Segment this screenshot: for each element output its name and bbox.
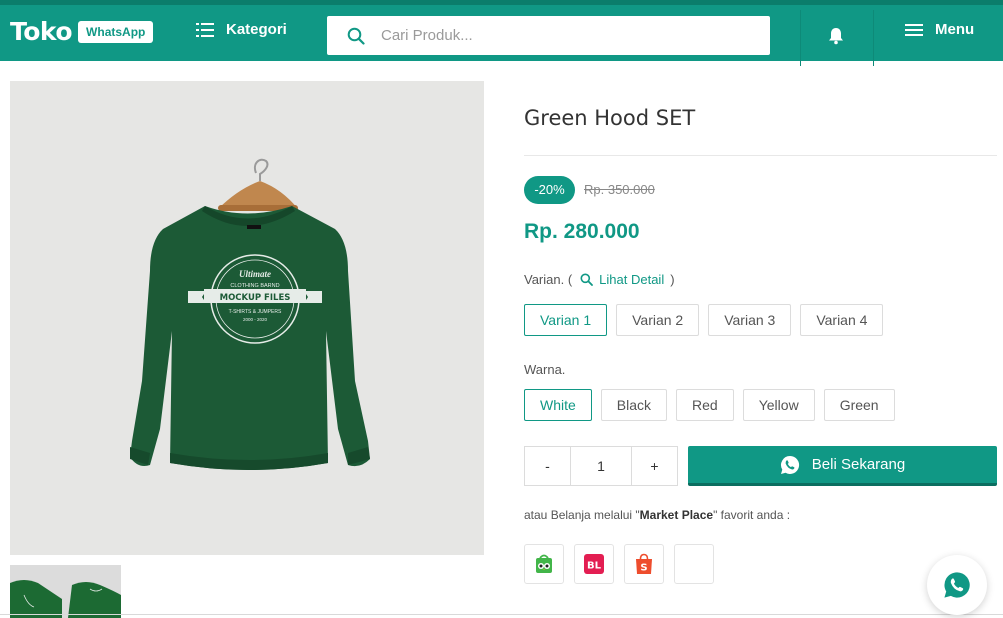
shopee-icon-label: S [640, 563, 647, 574]
marketplace-text-prefix: atau Belanja melalui " [524, 508, 640, 522]
qty-minus-button[interactable]: - [525, 447, 570, 485]
bottom-divider [0, 614, 1003, 615]
quantity-stepper: - + [524, 446, 678, 486]
search-input[interactable] [381, 27, 741, 44]
warna-option[interactable]: Black [600, 389, 668, 421]
logo-text: Toko [10, 17, 73, 46]
hamburger-icon [905, 23, 923, 36]
emblem-text-year: 2000 - 2020 [243, 317, 268, 322]
tokopedia-icon [536, 554, 552, 573]
kategori-label: Kategori [226, 21, 287, 38]
marketplace-text-suffix: " favorit anda : [713, 508, 791, 522]
bukalapak-icon-label: BL [587, 561, 602, 572]
search-bar [327, 16, 770, 55]
bukalapak-icon: BL [584, 554, 604, 574]
varian-label: Varian. ( Lihat Detail ) [524, 272, 675, 287]
list-icon [196, 22, 214, 37]
buy-now-button[interactable]: Beli Sekarang [688, 446, 997, 486]
emblem-text-line: T-SHIRTS & JUMPERS [229, 309, 282, 315]
qty-input[interactable] [570, 447, 632, 485]
notification-button[interactable] [828, 27, 844, 50]
emblem-text-sub: CLOTHING BARND [230, 283, 279, 289]
whatsapp-icon [780, 455, 799, 474]
varian-option[interactable]: Varian 4 [800, 304, 884, 336]
title-divider [524, 155, 997, 156]
header-divider [873, 10, 874, 66]
whatsapp-icon [944, 572, 970, 598]
product-title: Green Hood SET [524, 106, 696, 130]
warna-label: Warna. [524, 362, 566, 377]
kategori-button[interactable]: Kategori [196, 21, 287, 38]
site-header: Toko WhatsApp Kategori Menu [0, 5, 1003, 66]
tokopedia-button[interactable] [524, 544, 564, 584]
discount-badge: -20% [524, 176, 575, 204]
emblem-ribbon-text: MOCKUP FILES [220, 293, 291, 303]
warna-options: White Black Red Yellow Green [524, 389, 895, 421]
menu-label: Menu [935, 21, 975, 38]
lihat-detail-text: Lihat Detail [599, 272, 665, 287]
warna-option[interactable]: White [524, 389, 592, 421]
shopee-button[interactable]: S [624, 544, 664, 584]
bell-icon [829, 28, 843, 45]
menu-button[interactable]: Menu [905, 21, 974, 38]
warna-option[interactable]: Red [676, 389, 734, 421]
buy-now-label: Beli Sekarang [811, 456, 906, 473]
logo-badge: WhatsApp [78, 20, 154, 43]
original-price: Rp. 350.000 [584, 182, 655, 197]
varian-label-text: Varian. ( [524, 272, 573, 287]
sweatshirt-thumbnail-image [10, 565, 121, 618]
marketplace-text-bold: Market Place [639, 508, 714, 522]
shopee-icon: S [636, 553, 652, 574]
varian-options: Varian 1 Varian 2 Varian 3 Varian 4 [524, 304, 884, 336]
varian-option[interactable]: Varian 3 [708, 304, 792, 336]
product-main-image[interactable]: Ultimate CLOTHING BARND MOCKUP FILES T-S… [10, 81, 484, 555]
varian-option[interactable]: Varian 1 [524, 304, 608, 336]
product-thumbnail[interactable] [10, 565, 121, 618]
header-divider [800, 10, 801, 66]
marketplace-blank-button[interactable] [674, 544, 714, 584]
whatsapp-float-button[interactable] [927, 555, 987, 615]
site-logo[interactable]: Toko WhatsApp [10, 17, 154, 46]
product-price: Rp. 280.000 [524, 220, 640, 243]
marketplace-text: atau Belanja melalui "Market Place" favo… [524, 508, 790, 522]
varian-option[interactable]: Varian 2 [616, 304, 700, 336]
bukalapak-button[interactable]: BL [574, 544, 614, 584]
varian-label-close: ) [670, 272, 675, 287]
sweatshirt-image: Ultimate CLOTHING BARND MOCKUP FILES T-S… [130, 158, 370, 470]
search-icon [580, 273, 594, 286]
emblem-text-top: Ultimate [239, 269, 271, 279]
search-icon[interactable] [347, 27, 365, 45]
warna-option[interactable]: Yellow [742, 389, 815, 421]
warna-option[interactable]: Green [823, 389, 895, 421]
lihat-detail-link[interactable]: Lihat Detail [580, 272, 664, 287]
qty-plus-button[interactable]: + [632, 447, 677, 485]
